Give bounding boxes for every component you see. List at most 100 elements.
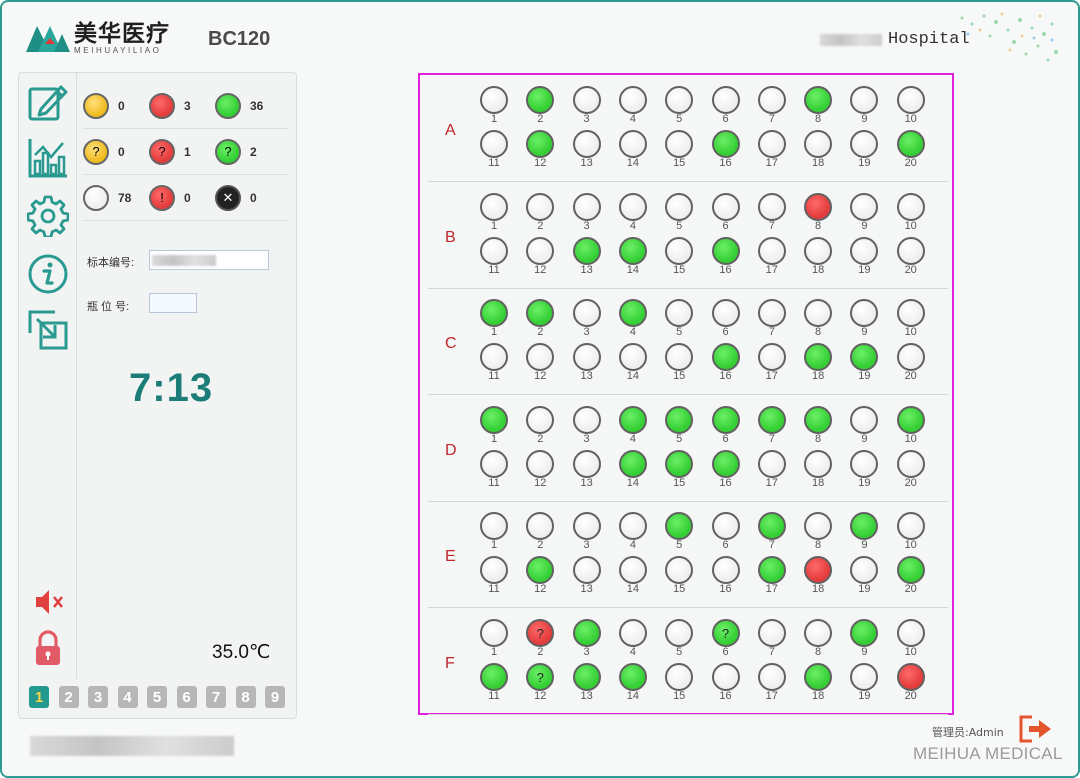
- bottle-slot[interactable]: 16: [704, 343, 750, 389]
- bottle-slot[interactable]: 4: [611, 192, 657, 239]
- bottle-slot[interactable]: 8: [796, 619, 842, 665]
- bottle-slot[interactable]: 16: [704, 556, 750, 602]
- bottle-slot[interactable]: 12: [518, 343, 564, 389]
- bottle-slot[interactable]: 5: [657, 192, 703, 239]
- page-button[interactable]: 9: [265, 686, 285, 708]
- bottle-slot[interactable]: 11: [472, 556, 518, 602]
- bottle-slot[interactable]: 18: [796, 449, 842, 496]
- bottle-slot[interactable]: 4: [611, 512, 657, 558]
- bottle-slot[interactable]: 8: [796, 86, 842, 132]
- page-button[interactable]: 3: [88, 686, 108, 708]
- bottle-slot[interactable]: 3: [565, 405, 611, 452]
- bottle-slot[interactable]: 17: [750, 449, 796, 496]
- bottle-slot[interactable]: 15: [657, 130, 703, 176]
- bottle-slot[interactable]: 7: [750, 192, 796, 239]
- bottle-slot[interactable]: 4: [611, 86, 657, 132]
- bottle-slot[interactable]: 6: [704, 299, 750, 345]
- bottle-slot[interactable]: 19: [842, 130, 888, 176]
- bottle-slot[interactable]: 11: [472, 236, 518, 283]
- bottle-slot[interactable]: 9: [842, 619, 888, 665]
- bottle-slot[interactable]: 14: [611, 663, 657, 709]
- bottle-slot[interactable]: 10: [889, 619, 935, 665]
- bottle-slot[interactable]: 1: [472, 619, 518, 665]
- bottle-slot[interactable]: 12: [518, 130, 564, 176]
- lock-icon[interactable]: [27, 628, 69, 670]
- bottle-slot[interactable]: 9: [842, 512, 888, 558]
- bottle-slot[interactable]: 6: [704, 86, 750, 132]
- bottle-slot[interactable]: 20: [889, 663, 935, 709]
- bottle-slot[interactable]: 15: [657, 343, 703, 389]
- bottle-slot[interactable]: 18: [796, 343, 842, 389]
- bottle-slot[interactable]: 7: [750, 299, 796, 345]
- bottle-slot[interactable]: 19: [842, 556, 888, 602]
- bottle-slot[interactable]: 3: [565, 192, 611, 239]
- bottle-slot[interactable]: 3: [565, 86, 611, 132]
- bottle-slot[interactable]: 19: [842, 663, 888, 709]
- bottle-slot[interactable]: 20: [889, 449, 935, 496]
- bottle-slot[interactable]: 17: [750, 236, 796, 283]
- bottle-slot[interactable]: 10: [889, 512, 935, 558]
- bottle-slot[interactable]: 1: [472, 192, 518, 239]
- bottle-slot[interactable]: 2: [518, 512, 564, 558]
- bottle-slot[interactable]: 8: [796, 192, 842, 239]
- bottle-slot[interactable]: 14: [611, 343, 657, 389]
- bottle-slot[interactable]: 11: [472, 449, 518, 496]
- bottle-slot[interactable]: 12: [518, 556, 564, 602]
- bottle-slot[interactable]: 13: [565, 343, 611, 389]
- page-button[interactable]: 4: [117, 686, 138, 708]
- bottle-slot[interactable]: 16: [704, 236, 750, 283]
- bottle-slot[interactable]: 19: [842, 236, 888, 283]
- bottle-slot[interactable]: 19: [842, 449, 888, 496]
- bottle-slot[interactable]: 15: [657, 449, 703, 496]
- bottle-slot[interactable]: 10: [889, 192, 935, 239]
- bottle-slot[interactable]: 14: [611, 236, 657, 283]
- bottle-slot[interactable]: 15: [657, 556, 703, 602]
- bottle-slot[interactable]: 1: [472, 405, 518, 452]
- bottle-slot[interactable]: ? 6: [704, 619, 750, 665]
- bottle-slot[interactable]: 9: [842, 86, 888, 132]
- bottle-slot[interactable]: 13: [565, 130, 611, 176]
- bottle-slot[interactable]: 16: [704, 449, 750, 496]
- bottle-slot[interactable]: 1: [472, 512, 518, 558]
- bottle-position-input[interactable]: [149, 293, 197, 313]
- bottle-slot[interactable]: 5: [657, 299, 703, 345]
- bottle-slot[interactable]: 4: [611, 619, 657, 665]
- bottle-slot[interactable]: 19: [842, 343, 888, 389]
- chart-icon[interactable]: [27, 137, 69, 179]
- settings-icon[interactable]: [27, 195, 69, 237]
- bottle-slot[interactable]: 12: [518, 449, 564, 496]
- mute-icon[interactable]: [27, 581, 69, 623]
- bottle-slot[interactable]: 13: [565, 449, 611, 496]
- bottle-slot[interactable]: 17: [750, 556, 796, 602]
- bottle-slot[interactable]: 20: [889, 130, 935, 176]
- bottle-slot[interactable]: 17: [750, 130, 796, 176]
- bottle-slot[interactable]: 8: [796, 299, 842, 345]
- bottle-slot[interactable]: 9: [842, 405, 888, 452]
- bottle-slot[interactable]: 13: [565, 556, 611, 602]
- bottle-slot[interactable]: 2: [518, 405, 564, 452]
- bottle-slot[interactable]: 10: [889, 299, 935, 345]
- bottle-slot[interactable]: 3: [565, 619, 611, 665]
- bottle-slot[interactable]: 10: [889, 86, 935, 132]
- bottle-slot[interactable]: 18: [796, 130, 842, 176]
- export-icon[interactable]: [27, 309, 69, 351]
- bottle-slot[interactable]: 8: [796, 405, 842, 452]
- bottle-slot[interactable]: 1: [472, 86, 518, 132]
- bottle-slot[interactable]: 14: [611, 449, 657, 496]
- bottle-slot[interactable]: 3: [565, 512, 611, 558]
- bottle-slot[interactable]: 17: [750, 663, 796, 709]
- bottle-slot[interactable]: 18: [796, 663, 842, 709]
- bottle-slot[interactable]: 14: [611, 556, 657, 602]
- bottle-slot[interactable]: 16: [704, 130, 750, 176]
- bottle-slot[interactable]: 17: [750, 343, 796, 389]
- bottle-slot[interactable]: 11: [472, 343, 518, 389]
- bottle-slot[interactable]: 6: [704, 512, 750, 558]
- page-button[interactable]: 6: [176, 686, 197, 708]
- bottle-slot[interactable]: 13: [565, 663, 611, 709]
- bottle-slot[interactable]: ? 2: [518, 619, 564, 665]
- bottle-slot[interactable]: 20: [889, 556, 935, 602]
- bottle-slot[interactable]: 6: [704, 405, 750, 452]
- bottle-slot[interactable]: 8: [796, 512, 842, 558]
- bottle-slot[interactable]: 6: [704, 192, 750, 239]
- bottle-slot[interactable]: 13: [565, 236, 611, 283]
